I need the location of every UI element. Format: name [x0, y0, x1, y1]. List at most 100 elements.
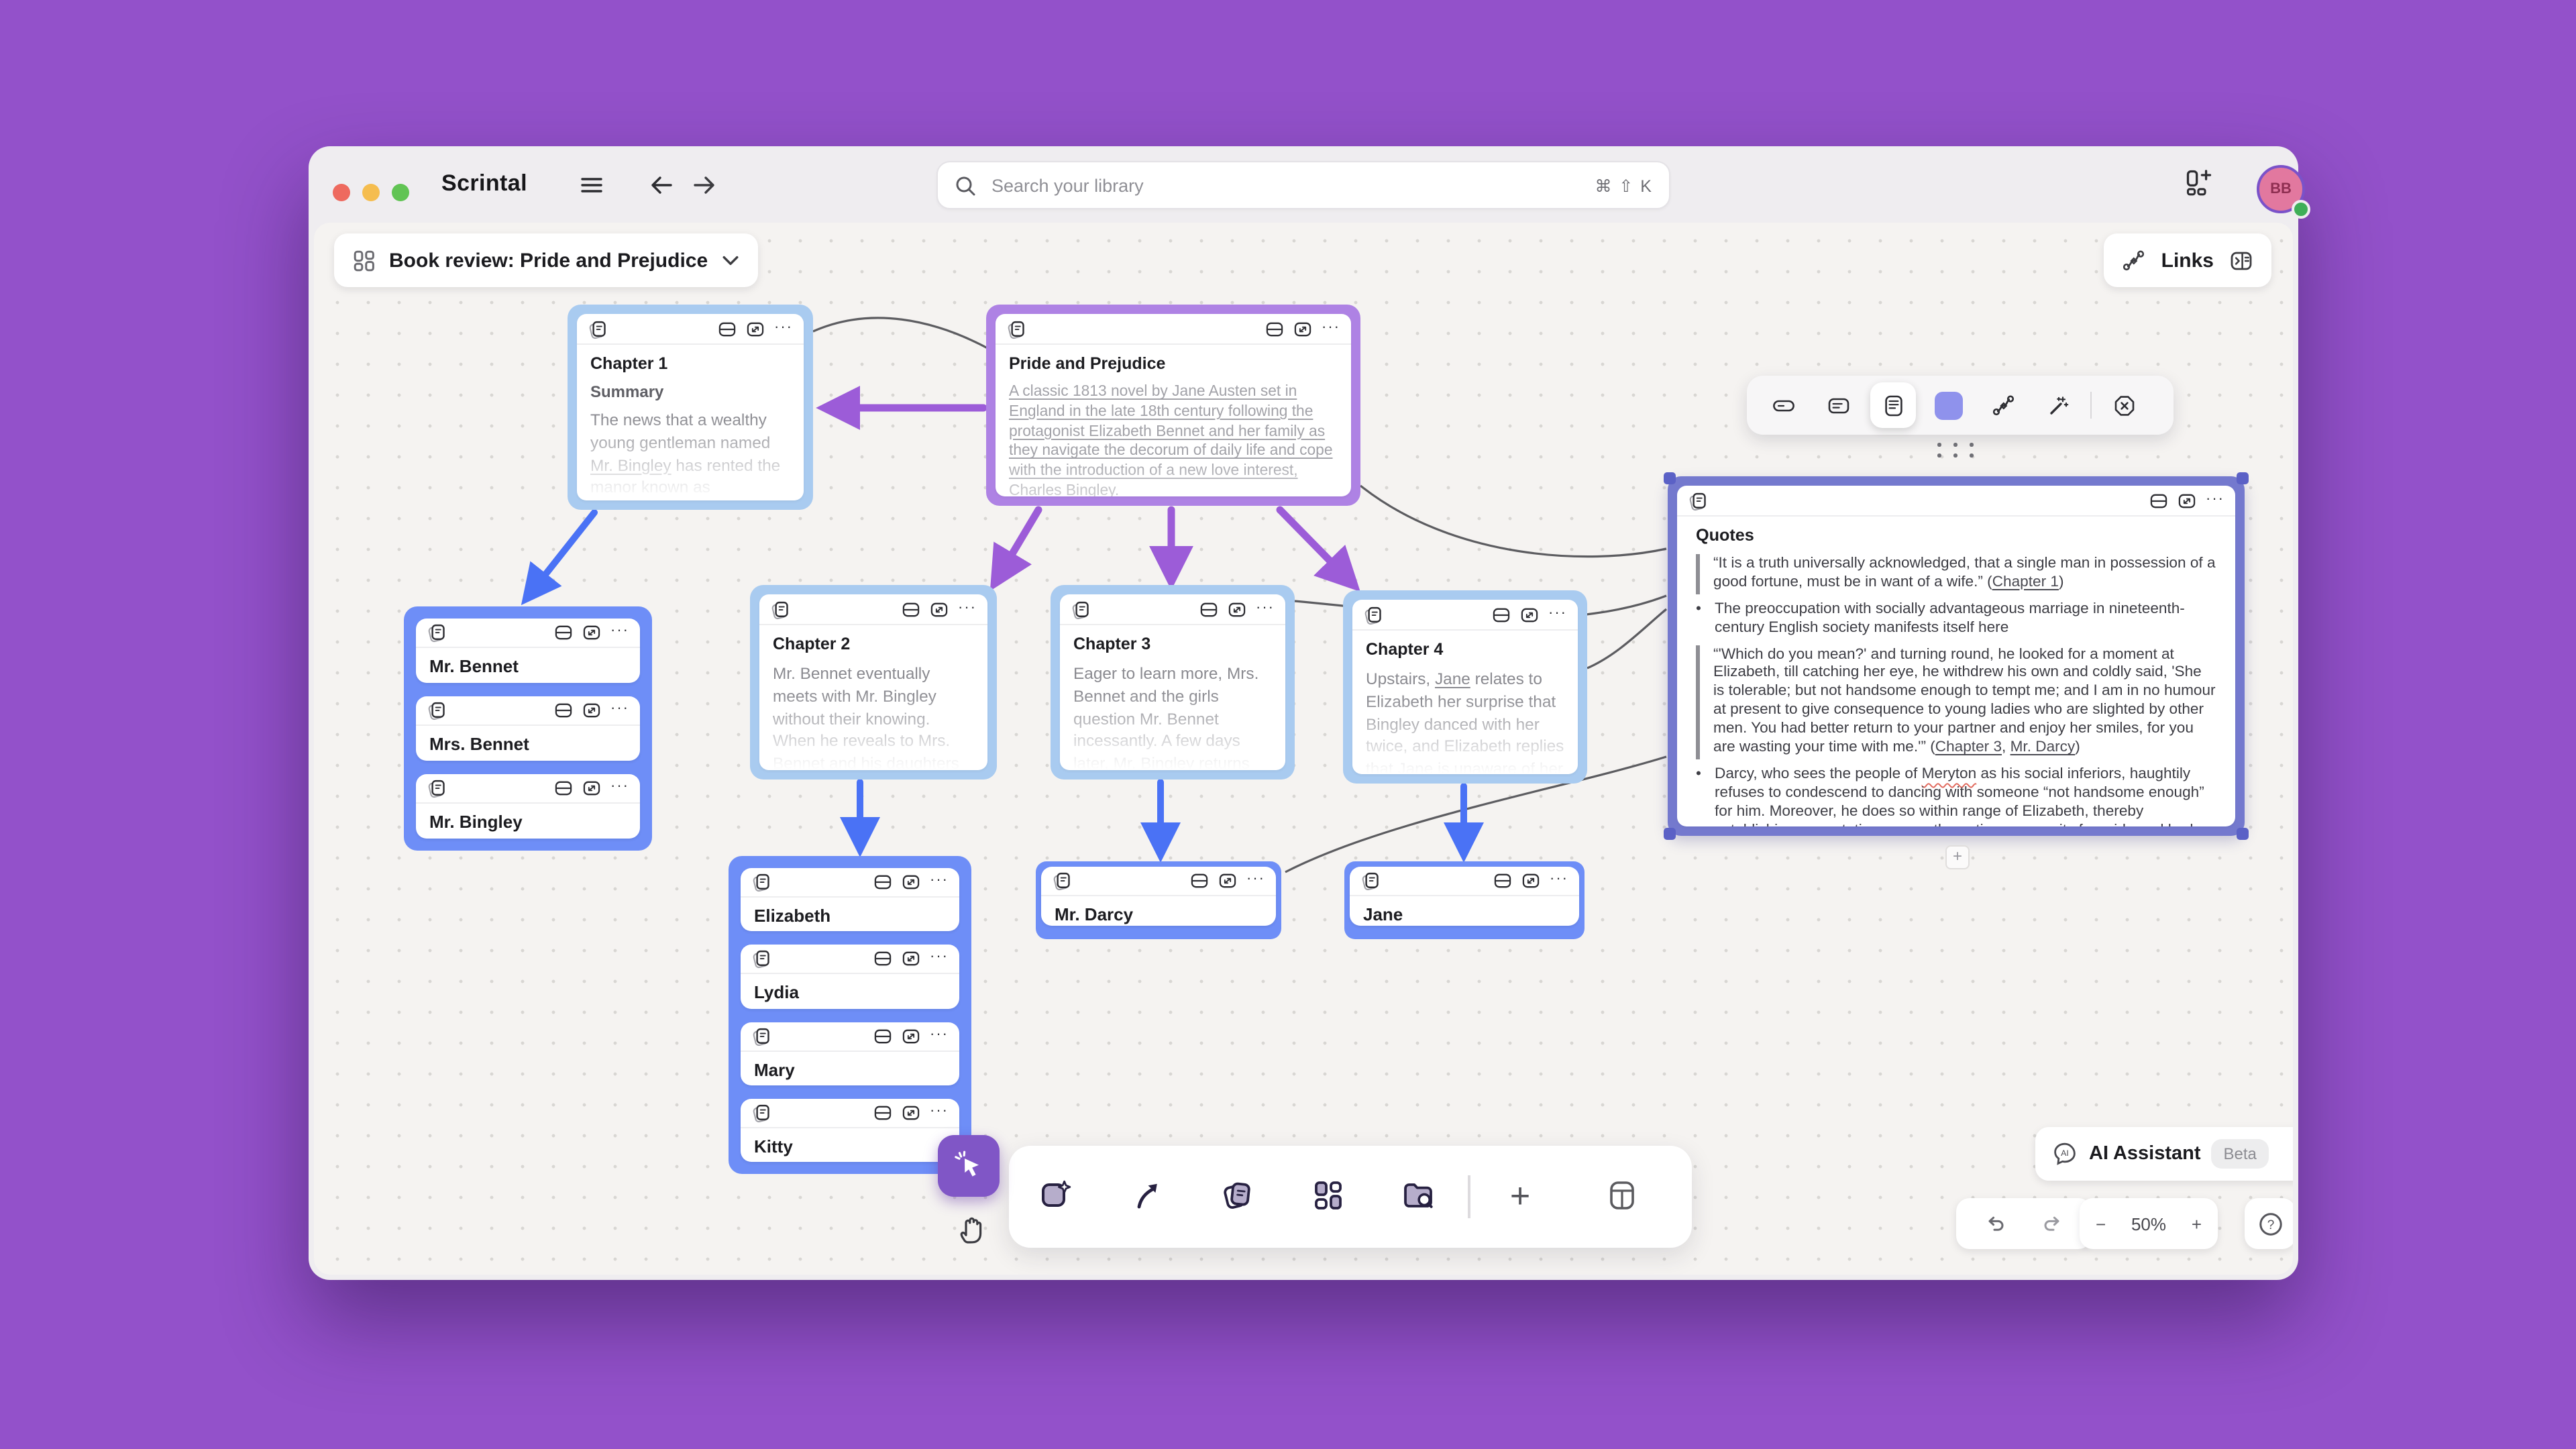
- card-body-text[interactable]: A classic 1813 novel by Jane Austen set …: [1009, 382, 1338, 496]
- more-options-icon[interactable]: ···: [774, 320, 793, 337]
- resize-handle[interactable]: [2237, 828, 2249, 840]
- boards-tool[interactable]: [1297, 1165, 1359, 1226]
- card-elizabeth[interactable]: ··· Elizabeth: [741, 868, 959, 932]
- expand-card-icon[interactable]: [746, 320, 765, 337]
- resize-handle[interactable]: [1664, 472, 1676, 484]
- collapse-card-icon[interactable]: [873, 1104, 892, 1122]
- collapse-card-icon[interactable]: [554, 780, 573, 797]
- more-options-icon[interactable]: ···: [930, 873, 949, 891]
- new-card-tool[interactable]: [1025, 1165, 1087, 1226]
- layout-tool[interactable]: [1591, 1165, 1653, 1226]
- card-lydia[interactable]: ··· Lydia: [741, 945, 959, 1009]
- link-chapter-1[interactable]: Chapter 1: [1992, 574, 2059, 590]
- collapse-card-icon[interactable]: [1492, 606, 1511, 623]
- card-chapter-4[interactable]: ··· Chapter 4 Upstairs, Jane relates to …: [1343, 590, 1587, 784]
- card-mrs-bennet[interactable]: ··· Mrs. Bennet: [416, 696, 640, 761]
- card-quotes[interactable]: ··· Quotes “It is a truth universally ac…: [1668, 476, 2245, 836]
- card-chapter-1[interactable]: ··· Chapter 1 Summary The news that a we…: [568, 305, 813, 510]
- link-jane[interactable]: Jane: [1435, 669, 1470, 688]
- new-card-icon[interactable]: [2184, 168, 2214, 197]
- collapse-card-icon[interactable]: [873, 1027, 892, 1044]
- card-chapter-2[interactable]: ··· Chapter 2 Mr. Bennet eventually meet…: [750, 585, 997, 780]
- more-options-icon[interactable]: ···: [610, 780, 629, 797]
- card-chapter-3[interactable]: ··· Chapter 3 Eager to learn more, Mrs. …: [1051, 585, 1295, 780]
- card-jane[interactable]: ··· Jane: [1344, 861, 1585, 939]
- more-options-icon[interactable]: ···: [1550, 872, 1568, 890]
- view-collapsed-icon[interactable]: [1760, 382, 1806, 428]
- link-mr-darcy[interactable]: Mr. Darcy: [2010, 739, 2076, 755]
- card-mr-bingley[interactable]: ··· Mr. Bingley: [416, 774, 640, 839]
- search-bar[interactable]: ⌘ ⇧ K: [936, 161, 1670, 209]
- collapse-card-icon[interactable]: [2149, 492, 2168, 509]
- resize-handle[interactable]: [2237, 472, 2249, 484]
- expand-card-icon[interactable]: [1218, 872, 1237, 890]
- resize-handle[interactable]: [1664, 828, 1676, 840]
- view-full-icon[interactable]: [1870, 382, 1916, 428]
- group-bennet-family[interactable]: ··· Mr. Bennet ··· Mrs. Bennet ··· Mr. B…: [404, 606, 652, 851]
- expand-card-icon[interactable]: [1293, 320, 1312, 337]
- card-mr-darcy[interactable]: ··· Mr. Darcy: [1036, 861, 1281, 939]
- more-options-icon[interactable]: ···: [1322, 320, 1340, 337]
- more-options-icon[interactable]: ···: [1548, 606, 1567, 623]
- pan-hand-tool[interactable]: [939, 1199, 1001, 1261]
- card-mary[interactable]: ··· Mary: [741, 1022, 959, 1085]
- collapse-card-icon[interactable]: [554, 702, 573, 719]
- collapse-card-icon[interactable]: [1265, 320, 1284, 337]
- menu-icon[interactable]: [577, 170, 606, 200]
- expand-card-icon[interactable]: [582, 780, 601, 797]
- more-options-icon[interactable]: ···: [930, 1104, 949, 1122]
- more-options-icon[interactable]: ···: [1256, 600, 1275, 618]
- cards-tool[interactable]: [1206, 1165, 1268, 1226]
- toolbar-drag-handle[interactable]: [1937, 443, 1978, 460]
- connections-icon[interactable]: [1980, 382, 2026, 428]
- collapse-card-icon[interactable]: [873, 951, 892, 968]
- expand-card-icon[interactable]: [902, 951, 920, 968]
- collapse-card-icon[interactable]: [554, 624, 573, 641]
- link-chapter-3[interactable]: Chapter 3: [1935, 739, 2002, 755]
- forward-arrow-icon[interactable]: [690, 170, 719, 200]
- collapse-card-icon[interactable]: [1190, 872, 1209, 890]
- collapse-card-icon[interactable]: [718, 320, 737, 337]
- undo-icon[interactable]: [1984, 1212, 2007, 1235]
- minimize-window-button[interactable]: [362, 184, 380, 201]
- expand-card-icon[interactable]: [1228, 600, 1246, 618]
- more-options-icon[interactable]: ···: [930, 1027, 949, 1044]
- link-mr-bingley[interactable]: Mr. Bingley: [590, 455, 672, 474]
- expand-card-icon[interactable]: [582, 702, 601, 719]
- magic-wand-icon[interactable]: [2035, 382, 2081, 428]
- expand-card-icon[interactable]: [902, 873, 920, 891]
- card-kitty[interactable]: ··· Kitty: [741, 1099, 959, 1163]
- zoom-in-button[interactable]: +: [2192, 1214, 2202, 1234]
- collapse-card-icon[interactable]: [902, 600, 920, 618]
- add-tool[interactable]: +: [1489, 1165, 1551, 1226]
- expand-card-icon[interactable]: [1520, 606, 1539, 623]
- back-arrow-icon[interactable]: [647, 170, 676, 200]
- redo-icon[interactable]: [2041, 1212, 2064, 1235]
- card-color-swatch[interactable]: [1925, 382, 1971, 428]
- links-panel-toggle[interactable]: Links: [2104, 233, 2271, 287]
- more-options-icon[interactable]: ···: [1246, 872, 1265, 890]
- search-input[interactable]: [989, 174, 1595, 197]
- more-options-icon[interactable]: ···: [930, 951, 949, 968]
- close-window-button[interactable]: [333, 184, 350, 201]
- ai-assistant-button[interactable]: AI AI Assistant Beta: [2035, 1127, 2293, 1181]
- expand-card-icon[interactable]: [582, 624, 601, 641]
- expand-card-icon[interactable]: [1521, 872, 1540, 890]
- open-sidebar-icon[interactable]: [2230, 249, 2253, 272]
- library-search-tool[interactable]: [1387, 1165, 1449, 1226]
- zoom-window-button[interactable]: [392, 184, 409, 201]
- card-pride-and-prejudice[interactable]: ··· Pride and Prejudice A classic 1813 n…: [986, 305, 1360, 506]
- expand-card-icon[interactable]: [902, 1027, 920, 1044]
- more-options-icon[interactable]: ···: [958, 600, 977, 618]
- card-mr-bennet[interactable]: ··· Mr. Bennet: [416, 619, 640, 683]
- collapse-card-icon[interactable]: [1199, 600, 1218, 618]
- board-canvas[interactable]: Book review: Pride and Prejudice Links: [314, 223, 2293, 1275]
- board-title-pill[interactable]: Book review: Pride and Prejudice: [334, 233, 757, 287]
- close-toolbar-icon[interactable]: [2101, 382, 2147, 428]
- collapse-card-icon[interactable]: [873, 873, 892, 891]
- collapse-card-icon[interactable]: [1493, 872, 1512, 890]
- quotes-body[interactable]: Quotes “It is a truth universally acknow…: [1677, 517, 2235, 826]
- view-compact-icon[interactable]: [1815, 382, 1861, 428]
- select-tool[interactable]: [938, 1135, 1000, 1197]
- help-button[interactable]: ?: [2245, 1198, 2293, 1249]
